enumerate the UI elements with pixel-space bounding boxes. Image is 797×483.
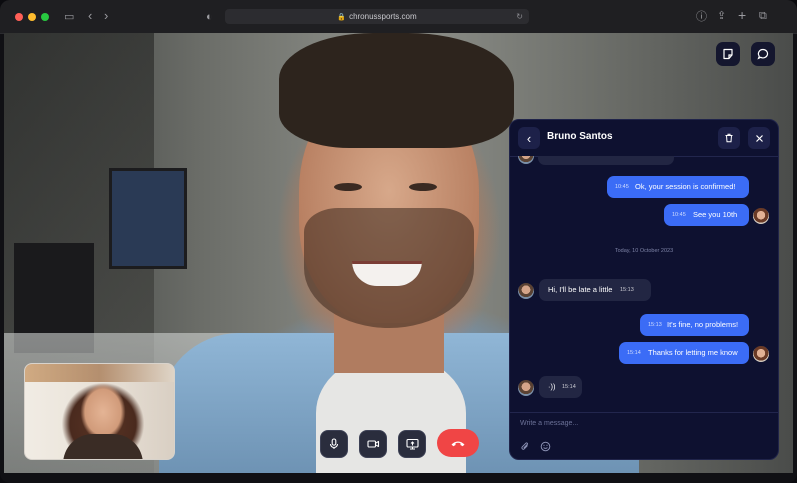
message-text: Hi, I'll be late a little xyxy=(548,285,613,294)
message-time: 10:45 xyxy=(672,212,686,218)
camera-button[interactable] xyxy=(359,430,387,458)
privacy-shield-icon[interactable]: ◐ xyxy=(206,11,213,23)
notes-button[interactable] xyxy=(716,42,740,66)
message-bubble-outgoing[interactable]: 10:45 Ok, your session is confirmed! xyxy=(607,176,749,198)
participant-eye xyxy=(409,183,437,191)
participant-hair xyxy=(279,33,514,148)
chat-header: ‹ Bruno Santos xyxy=(510,120,778,157)
participant-eye xyxy=(334,183,362,191)
back-icon[interactable]: ‹ xyxy=(88,9,92,22)
self-view-body xyxy=(63,434,143,459)
message-text: Ok, your session is confirmed! xyxy=(635,182,736,191)
message-time: 10:45 xyxy=(615,184,629,190)
forward-icon[interactable]: › xyxy=(104,9,108,22)
message-bubble-incoming[interactable] xyxy=(538,156,674,165)
attachment-icon[interactable] xyxy=(520,441,530,455)
message-list[interactable]: 10:45 Ok, your session is confirmed! 10:… xyxy=(510,156,778,412)
chat-toggle-button[interactable] xyxy=(751,42,775,66)
avatar xyxy=(518,283,534,299)
chat-bubble-icon xyxy=(757,48,769,60)
download-icon[interactable]: ⓘ xyxy=(696,11,707,23)
avatar xyxy=(753,208,769,224)
tabs-overview-icon[interactable]: ⧉ xyxy=(759,10,767,22)
self-view-background xyxy=(25,364,174,382)
microphone-button[interactable] xyxy=(320,430,348,458)
message-bubble-outgoing[interactable]: 15:13 It's fine, no problems! xyxy=(640,314,749,336)
message-bubble-outgoing[interactable]: 10:45 See you 10th xyxy=(664,204,749,226)
message-time: 15:14 xyxy=(627,350,641,356)
close-chat-button[interactable] xyxy=(748,127,770,149)
emoji-icon[interactable] xyxy=(540,441,551,455)
voice-message-bubble[interactable]: ·)) 15:14 xyxy=(539,376,582,398)
new-tab-icon[interactable]: + xyxy=(738,8,746,22)
message-bubble-outgoing[interactable]: 15:14 Thanks for letting me know xyxy=(619,342,749,364)
trash-icon xyxy=(725,133,733,143)
avatar xyxy=(518,156,534,164)
minimize-window-button[interactable] xyxy=(28,13,36,21)
message-time: 15:13 xyxy=(620,287,634,293)
chevron-left-icon: ‹ xyxy=(526,130,532,146)
chat-panel: ‹ Bruno Santos 10:45 Ok, your session is… xyxy=(509,119,779,460)
message-text: Thanks for letting me know xyxy=(648,348,738,357)
screen-share-icon xyxy=(405,438,419,450)
lock-icon: 🔒 xyxy=(337,14,347,21)
message-text: It's fine, no problems! xyxy=(667,320,739,329)
chat-contact-name: Bruno Santos xyxy=(547,131,613,142)
date-separator: Today, 10 October 2023 xyxy=(614,248,674,254)
end-call-button[interactable] xyxy=(437,429,479,457)
sidebar-icon[interactable]: ▭ xyxy=(64,11,74,23)
message-composer: Write a message... xyxy=(510,412,778,459)
camera-icon xyxy=(366,440,379,448)
voice-message-icon: ·)) xyxy=(548,382,556,391)
reload-icon[interactable]: ↻ xyxy=(516,9,523,24)
url-text: chronussports.com xyxy=(349,12,417,21)
screen-share-button[interactable] xyxy=(398,430,426,458)
avatar xyxy=(518,380,534,396)
close-icon xyxy=(755,134,763,142)
maximize-window-button[interactable] xyxy=(41,13,49,21)
share-icon[interactable]: ⇪ xyxy=(717,10,726,22)
address-bar[interactable]: 🔒 chronussports.com ↻ xyxy=(225,9,529,24)
message-text: See you 10th xyxy=(693,210,738,219)
browser-toolbar: ▭ ‹ › ◐ 🔒 chronussports.com ↻ ⓘ ⇪ + ⧉ xyxy=(0,0,797,34)
avatar xyxy=(753,346,769,362)
message-time: 15:14 xyxy=(562,384,576,390)
message-input[interactable]: Write a message... xyxy=(520,420,578,427)
chat-back-button[interactable]: ‹ xyxy=(518,127,540,149)
background-screen xyxy=(109,168,187,269)
self-view-video[interactable] xyxy=(24,363,175,460)
browser-window: ▭ ‹ › ◐ 🔒 chronussports.com ↻ ⓘ ⇪ + ⧉ ‹ … xyxy=(0,0,797,483)
delete-chat-button[interactable] xyxy=(718,127,740,149)
message-time: 15:13 xyxy=(648,322,662,328)
close-window-button[interactable] xyxy=(15,13,23,21)
message-bubble-incoming[interactable]: Hi, I'll be late a little 15:13 xyxy=(539,279,651,301)
notes-icon xyxy=(723,48,733,60)
microphone-icon xyxy=(329,438,339,449)
end-call-icon xyxy=(451,441,465,447)
